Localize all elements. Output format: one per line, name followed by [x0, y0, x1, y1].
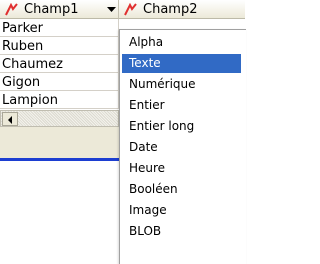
column-header-label: Champ2: [143, 2, 198, 17]
column-header-champ1[interactable]: Champ1: [0, 0, 119, 19]
menu-item-entier-long[interactable]: Entier long: [122, 117, 241, 136]
menu-item-entier[interactable]: Entier: [122, 96, 241, 115]
scroll-left-arrow-icon: [8, 116, 12, 124]
cell-value: Chaumez: [2, 57, 64, 72]
menu-item-heure[interactable]: Heure: [122, 159, 241, 178]
red-pen-icon: [124, 3, 137, 16]
column-header-champ2[interactable]: Champ2: [119, 0, 245, 19]
dropdown-arrow-icon[interactable]: [105, 4, 118, 15]
menu-item-date[interactable]: Date: [122, 138, 241, 157]
type-dropdown-menu[interactable]: Alpha Texte Numérique Entier Entier long…: [119, 29, 246, 264]
menu-item-texte[interactable]: Texte: [122, 54, 241, 73]
menu-item-booleen[interactable]: Booléen: [122, 180, 241, 199]
menu-item-image[interactable]: Image: [122, 201, 241, 220]
table-row[interactable]: Ruben: [0, 37, 119, 55]
table-row[interactable]: Parker: [0, 19, 119, 37]
red-pen-icon: [5, 3, 18, 16]
menu-item-blob[interactable]: BLOB: [122, 222, 241, 241]
column-header-label: Champ1: [24, 2, 79, 17]
horizontal-scrollbar[interactable]: [0, 110, 119, 127]
menu-item-alpha[interactable]: Alpha: [122, 33, 241, 52]
menu-item-numerique[interactable]: Numérique: [122, 75, 241, 94]
table-row[interactable]: Chaumez: [0, 55, 119, 73]
cell-value: Ruben: [2, 39, 44, 54]
cell-value: Gigon: [2, 75, 41, 90]
scroll-left-button[interactable]: [2, 112, 18, 126]
table-row[interactable]: Gigon: [0, 73, 119, 91]
cell-value: Lampion: [2, 93, 58, 108]
cell-value: Parker: [2, 21, 43, 36]
table-row[interactable]: Lampion: [0, 91, 119, 109]
